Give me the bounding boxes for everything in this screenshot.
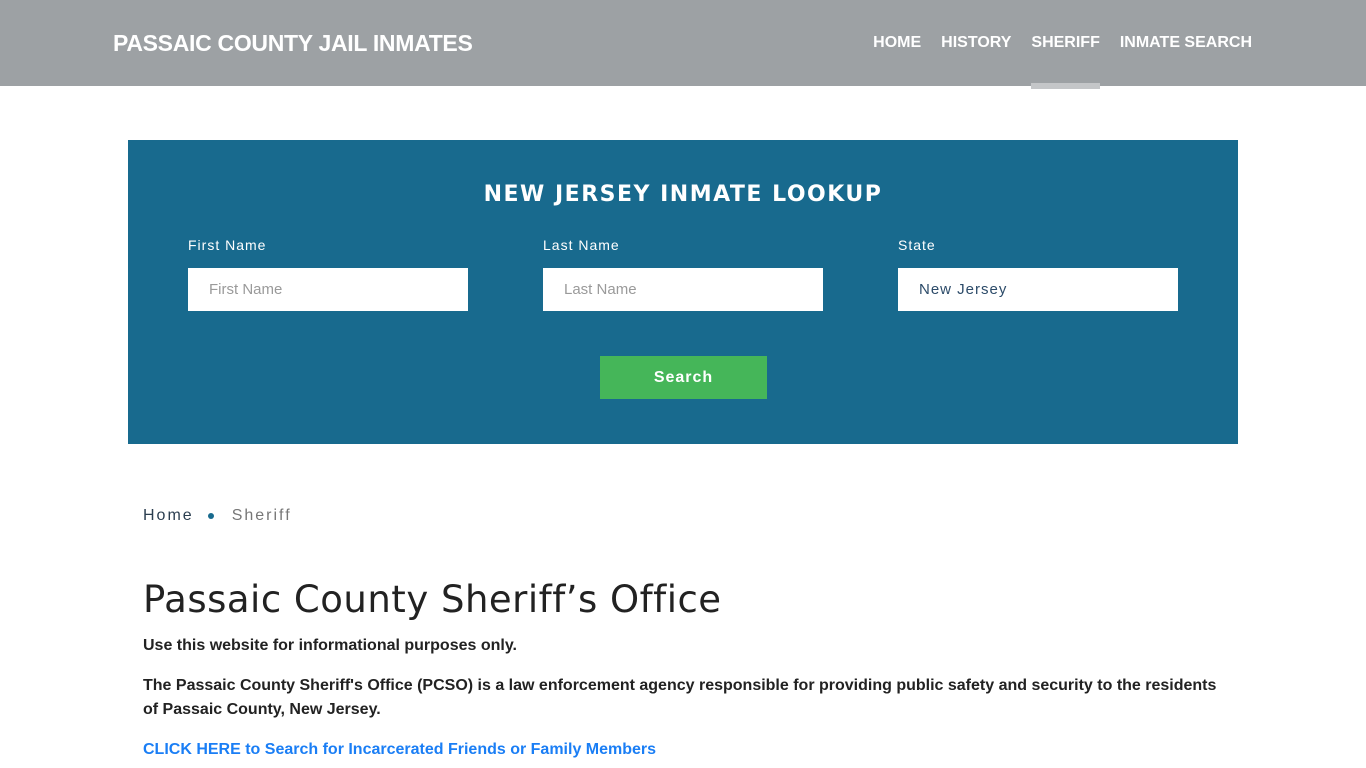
site-header: PASSAIC COUNTY JAIL INMATES HOME HISTORY…: [0, 0, 1366, 89]
description-text: The Passaic County Sheriff's Office (PCS…: [143, 677, 1217, 718]
last-name-input[interactable]: [543, 268, 823, 311]
nav-history[interactable]: HISTORY: [941, 0, 1011, 86]
nav-home[interactable]: HOME: [873, 0, 921, 86]
search-button[interactable]: Search: [600, 356, 767, 399]
first-name-label: First Name: [188, 237, 267, 253]
state-input[interactable]: [898, 268, 1178, 311]
first-name-input[interactable]: [188, 268, 468, 311]
last-name-label: Last Name: [543, 237, 620, 253]
breadcrumb: Home Sheriff: [143, 507, 292, 525]
nav-inmate-search[interactable]: INMATE SEARCH: [1120, 0, 1252, 86]
breadcrumb-home[interactable]: Home: [143, 507, 194, 525]
lookup-title: NEW JERSEY INMATE LOOKUP: [483, 182, 883, 207]
site-logo-link[interactable]: PASSAIC COUNTY JAIL INMATES: [113, 30, 473, 57]
search-cta-link[interactable]: CLICK HERE to Search for Incarcerated Fr…: [143, 738, 656, 762]
state-label: State: [898, 237, 936, 253]
main-nav: HOME HISTORY SHERIFF INMATE SEARCH: [853, 0, 1252, 89]
page-title: Passaic County Sheriff’s Office: [143, 578, 722, 621]
breadcrumb-separator-dot-icon: [207, 513, 214, 519]
breadcrumb-current: Sheriff: [231, 507, 292, 524]
nav-sheriff[interactable]: SHERIFF: [1031, 0, 1101, 89]
disclaimer-text: Use this website for informational purpo…: [143, 637, 517, 654]
